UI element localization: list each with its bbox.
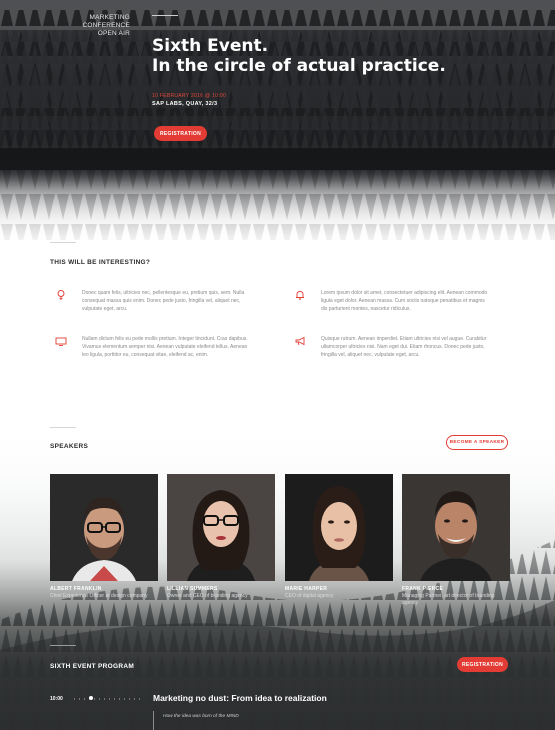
- speaker-portrait: [167, 474, 275, 581]
- program-title: Sixth event program: [50, 663, 135, 670]
- speaker-role: Managing Partner, art director of brandi…: [402, 593, 495, 606]
- hero-registration-button[interactable]: Registration: [154, 126, 207, 141]
- speaker-role: Chief Experience Officer at design compa…: [50, 593, 148, 599]
- brand-line: Conference: [82, 22, 130, 29]
- speaker-role: CEO of digital agency: [285, 593, 334, 599]
- section-divider: [50, 645, 76, 646]
- feature-text: Donec quam felis, ultricies nec, pellent…: [82, 290, 245, 312]
- speaker-role: Owner and CEO of branding agency: [167, 593, 248, 599]
- session-divider: [153, 711, 154, 730]
- hero-title-line: In the circle of actual practice.: [152, 56, 446, 76]
- hero-divider: [152, 15, 178, 16]
- speaker-name: Albert Franklin: [50, 586, 102, 592]
- session-title[interactable]: Marketing no dust: From idea to realizat…: [153, 693, 327, 703]
- brand-block: Marketing Conference Open Air: [82, 14, 130, 38]
- section-divider: [50, 242, 76, 243]
- session-subtitle: How the idea was born of the MIND: [163, 714, 239, 719]
- speaker-photo: [402, 474, 510, 581]
- speaker-photo: [167, 474, 275, 581]
- section-divider: [50, 427, 76, 428]
- speaker-name: Frank Pierce: [402, 586, 444, 592]
- megaphone-icon: [295, 336, 305, 346]
- timeline-marker: [89, 696, 93, 700]
- hero-title: Sixth Event. In the circle of actual pra…: [152, 36, 452, 76]
- feature-text: Quisque rutrum. Aenean imperdiet. Etiam …: [321, 336, 487, 358]
- hero-section: Marketing Conference Open Air Sixth Even…: [0, 0, 555, 250]
- speaker-photo: [50, 474, 158, 581]
- lightbulb-icon: [57, 290, 65, 300]
- event-venue: SAP LABS, QUAY, 32/3: [152, 101, 218, 107]
- speakers-title: Speakers: [50, 443, 89, 450]
- speaker-photo: [285, 474, 393, 581]
- bell-icon: [296, 291, 304, 300]
- brand-line: Open Air: [97, 30, 130, 37]
- speaker-portrait: [285, 474, 393, 581]
- become-speaker-button[interactable]: Become a speaker: [446, 435, 508, 450]
- speaker-name: Lillian Summers: [167, 586, 218, 592]
- hero-title-line: Sixth Event.: [152, 36, 269, 56]
- speaker-portrait: [402, 474, 510, 581]
- feature-text: Lorem ipsum dolor sit amet, consectetuer…: [321, 290, 488, 312]
- feature-text: Nullam dictum felis eu pede mollis preti…: [82, 336, 248, 358]
- speaker-portrait: [50, 474, 158, 581]
- session-time: 10:00: [50, 696, 63, 702]
- program-registration-button[interactable]: Registration: [457, 657, 508, 672]
- screen-icon: [55, 337, 67, 346]
- event-date: 10 February 2016 @ 10:00: [152, 93, 227, 99]
- timeline-dots: [72, 698, 142, 700]
- brand-line: Marketing: [89, 14, 130, 21]
- features-title: This will be interesting?: [50, 259, 151, 266]
- speaker-name: Marie Harper: [285, 586, 328, 592]
